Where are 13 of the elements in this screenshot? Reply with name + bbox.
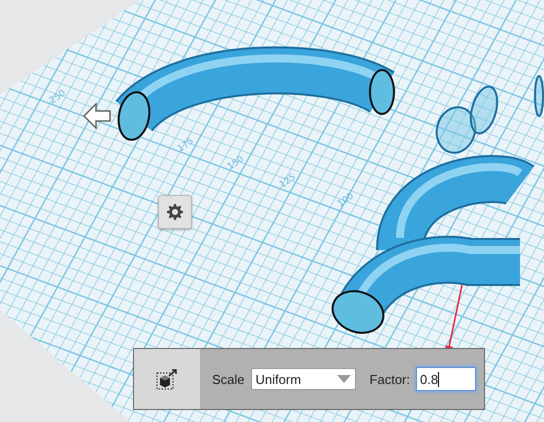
settings-button[interactable] xyxy=(158,195,192,229)
scale-label: Scale xyxy=(212,372,245,386)
caret-icon xyxy=(336,375,351,383)
grid-label: 175 xyxy=(176,136,196,154)
factor-input[interactable]: 0.8 xyxy=(416,367,476,391)
back-arrow-icon[interactable] xyxy=(82,102,111,130)
scale-mode-dropdown[interactable]: Uniform xyxy=(250,368,356,390)
grid-label: 250 xyxy=(48,88,68,106)
scale-cube-icon[interactable] xyxy=(156,368,178,390)
grid-label: 125 xyxy=(278,172,298,190)
settings-icon xyxy=(167,204,183,220)
grid-label: 150 xyxy=(226,154,246,172)
factor-label: Factor: xyxy=(370,372,410,386)
